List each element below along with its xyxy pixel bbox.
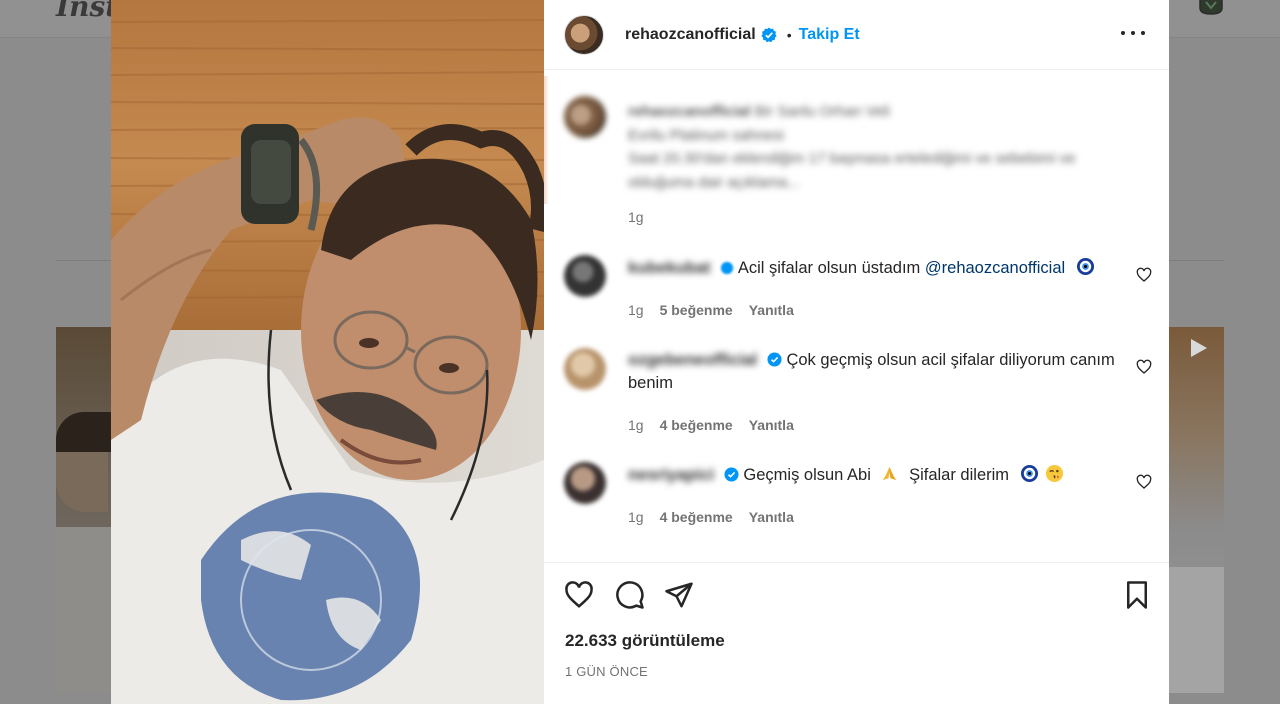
comment-text-2: Şifalar dilerim: [909, 466, 1010, 484]
post-date[interactable]: 1 GÜN ÖNCE: [565, 664, 648, 679]
post-modal: rehaozcanofficial • Takip Et rehaozcanof…: [111, 0, 1169, 704]
comment-body: nesriyapici Geçmiş olsun Abi Şifalar dil…: [628, 464, 1118, 487]
play-icon: [1191, 339, 1207, 357]
background-profile-icon: [1199, 0, 1223, 15]
reply-button[interactable]: Yanıtla: [749, 302, 794, 318]
comment-text: Acil şifalar olsun üstadım: [737, 259, 921, 277]
pray-emoji-icon: [883, 466, 897, 481]
verified-icon: [724, 467, 739, 482]
verified-icon: [721, 261, 734, 275]
comment-meta: 1g 5 beğenme Yanıtla: [628, 302, 794, 318]
caption-line: Bir Sanlu Orhan Veli: [754, 103, 890, 120]
caption-username[interactable]: rehaozcanofficial: [628, 103, 751, 120]
avatar[interactable]: [564, 14, 604, 55]
actions-divider: [544, 562, 1169, 563]
post-side-panel: rehaozcanofficial • Takip Et rehaozcanof…: [544, 0, 1169, 704]
comment-avatar[interactable]: [564, 255, 606, 297]
background-grid-tile-video[interactable]: [1169, 327, 1224, 693]
caption-highlight: [544, 76, 549, 204]
reply-button[interactable]: Yanıtla: [749, 509, 794, 525]
wink-kiss-emoji-icon: [1046, 464, 1064, 483]
comment-timestamp[interactable]: 1g: [628, 509, 644, 525]
video-frame: [111, 0, 544, 704]
view-count[interactable]: 22.633 görüntüleme: [565, 631, 725, 651]
comment-timestamp[interactable]: 1g: [628, 417, 644, 433]
comment-meta: 1g 4 beğenme Yanıtla: [628, 417, 794, 433]
comment-avatar[interactable]: [564, 348, 606, 390]
comment-like-icon[interactable]: [1136, 267, 1152, 283]
comment-likes[interactable]: 4 beğenme: [660, 417, 733, 433]
comment-like-icon[interactable]: [1136, 474, 1152, 490]
reply-button[interactable]: Yanıtla: [749, 417, 794, 433]
caption-line: olduğuma dair açıklama...: [628, 173, 800, 191]
more-icon[interactable]: [1121, 25, 1145, 41]
comment-icon[interactable]: [615, 580, 645, 610]
background-grid-tile[interactable]: [56, 327, 112, 693]
heart-icon[interactable]: [564, 580, 594, 610]
caption-line: Evrilu Platinum sahnesi: [628, 126, 784, 144]
post-caption: rehaozcanofficial Bir Sanlu Orhan Veli E…: [544, 70, 1169, 204]
comment-mention[interactable]: @rehaozcanofficial: [925, 259, 1065, 277]
share-icon[interactable]: [664, 580, 694, 610]
post-header: rehaozcanofficial • Takip Et: [544, 0, 1169, 70]
comment-username[interactable]: kubekubat: [628, 259, 711, 277]
post-video[interactable]: [111, 0, 544, 704]
nazar-emoji-icon: [1020, 464, 1038, 483]
caption-avatar[interactable]: [564, 96, 606, 138]
comment-text: Geçmiş olsun Abi: [743, 466, 871, 484]
comment-username[interactable]: nesriyapici: [628, 466, 714, 484]
comment-body: kubekubat Acil şifalar olsun üstadım @re…: [628, 257, 1118, 280]
save-icon[interactable]: [1122, 580, 1152, 610]
comment-avatar[interactable]: [564, 462, 606, 504]
caption-timestamp[interactable]: 1g: [628, 209, 644, 225]
comment-body: ozgebeneofficial Çok geçmiş olsun acil ş…: [628, 349, 1118, 395]
comment-likes[interactable]: 4 beğenme: [660, 509, 733, 525]
comment-timestamp[interactable]: 1g: [628, 302, 644, 318]
follow-button[interactable]: Takip Et: [799, 26, 860, 44]
comment-like-icon[interactable]: [1136, 359, 1152, 375]
comment-meta: 1g 4 beğenme Yanıtla: [628, 509, 794, 525]
post-username[interactable]: rehaozcanofficial: [625, 26, 756, 44]
header-separator: •: [786, 26, 792, 43]
comment-likes[interactable]: 5 beğenme: [660, 302, 733, 318]
comment-username[interactable]: ozgebeneofficial: [628, 351, 757, 369]
caption-text: rehaozcanofficial Bir Sanlu Orhan Veli E…: [628, 100, 1153, 194]
verified-icon: [767, 352, 782, 367]
verified-icon: [761, 27, 777, 42]
nazar-emoji-icon: [1076, 257, 1094, 276]
caption-line: Saat 20.30'dan eklendiğim 17 başmasa ert…: [628, 150, 1076, 167]
